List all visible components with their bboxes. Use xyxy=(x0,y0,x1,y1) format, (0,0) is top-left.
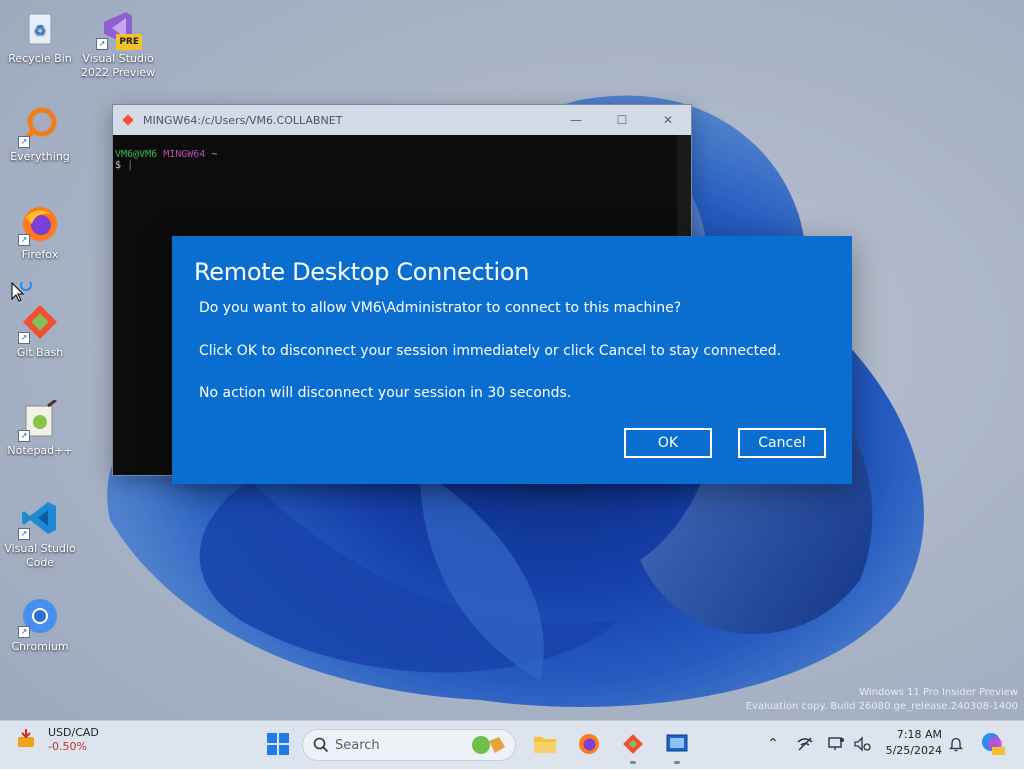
show-hidden-icons-chevron-icon[interactable]: ⌃ xyxy=(763,734,783,754)
desktop-icon-firefox[interactable]: ↗ Firefox xyxy=(2,204,78,262)
file-explorer-taskbar-button[interactable] xyxy=(530,728,560,760)
desktop-icon-vscode[interactable]: ↗ Visual Studio Code xyxy=(2,498,78,570)
firefox-icon xyxy=(579,734,599,754)
terminal-title-bar[interactable]: MINGW64:/c/Users/VM6.COLLABNET — ☐ ✕ xyxy=(113,105,691,135)
copilot-preview-icon[interactable] xyxy=(980,731,1006,757)
desktop-icon-label: Everything xyxy=(10,150,70,163)
windows-logo-icon xyxy=(267,733,289,755)
watermark-edition: Windows 11 Pro Insider Preview xyxy=(859,687,1018,698)
prompt-symbol: $ xyxy=(115,160,122,171)
ticker-change: -0.50% xyxy=(48,740,87,753)
clock-time: 7:18 AM xyxy=(896,728,942,741)
remote-desktop-taskbar-button[interactable] xyxy=(662,728,692,760)
desktop-icon-chromium[interactable]: ↗ Chromium xyxy=(2,596,78,654)
desktop-icon-notepad-plus-plus[interactable]: ↗ Notepad++ xyxy=(2,398,78,458)
widgets-ticker[interactable]: USD/CAD -0.50% xyxy=(14,726,99,754)
cancel-button[interactable]: Cancel xyxy=(738,428,826,458)
svg-text:♻: ♻ xyxy=(34,23,47,39)
desktop-icon-recycle-bin[interactable]: ♻ Recycle Bin xyxy=(2,8,78,66)
visual-studio-icon: PRE ↗ xyxy=(96,8,142,50)
maximize-button[interactable]: ☐ xyxy=(599,113,645,127)
git-bash-taskbar-button[interactable] xyxy=(618,728,648,760)
currency-trend-icon xyxy=(18,729,34,747)
ticker-title: USD/CAD xyxy=(48,726,99,739)
desktop-icon-everything[interactable]: ↗ Everything xyxy=(2,106,78,164)
desktop-icon-git-bash[interactable]: ↗ Git Bash xyxy=(2,302,78,360)
git-bash-small-icon xyxy=(122,114,134,126)
close-button[interactable]: ✕ xyxy=(645,113,691,127)
search-placeholder: Search xyxy=(335,737,380,753)
minimize-button[interactable]: — xyxy=(553,113,599,127)
firefox-taskbar-button[interactable] xyxy=(574,728,604,760)
clock-date: 5/25/2024 xyxy=(885,744,942,757)
display-status-icon[interactable] xyxy=(826,734,846,754)
chromium-icon: ↗ xyxy=(18,596,60,638)
shortcut-arrow-icon: ↗ xyxy=(18,430,30,442)
desktop-icon-label: Notepad++ xyxy=(7,444,73,457)
preview-badge: PRE xyxy=(116,34,142,50)
terminal-output[interactable]: VM6@VM6 MINGW64 ~ $ | xyxy=(113,135,691,171)
shortcut-arrow-icon: ↗ xyxy=(18,234,30,246)
git-bash-icon xyxy=(623,734,643,754)
evaluation-watermark: Windows 11 Pro Insider Preview Evaluatio… xyxy=(746,686,1018,714)
prompt-env: MINGW64 xyxy=(163,149,206,160)
vscode-icon: ↗ xyxy=(18,498,60,540)
shortcut-arrow-icon: ↗ xyxy=(18,626,30,638)
dialog-question: Do you want to allow VM6\Administrator t… xyxy=(199,300,682,316)
desktop-icon-label: Recycle Bin xyxy=(8,52,72,65)
dialog-instruction: Click OK to disconnect your session imme… xyxy=(199,343,782,359)
watermark-build: Evaluation copy. Build 26080.ge_release.… xyxy=(745,701,1018,712)
terminal-title: MINGW64:/c/Users/VM6.COLLABNET xyxy=(143,113,343,127)
dialog-timeout-notice: No action will disconnect your session i… xyxy=(199,385,572,401)
search-icon xyxy=(313,737,329,753)
volume-network-icon[interactable] xyxy=(852,734,872,754)
desktop-icon-label: Git Bash xyxy=(16,346,64,359)
remote-desktop-icon xyxy=(666,734,688,752)
notepad-plus-plus-icon: ↗ xyxy=(18,398,60,442)
start-button[interactable] xyxy=(262,728,294,760)
search-highlight-icon xyxy=(472,736,505,754)
running-indicator xyxy=(674,761,680,764)
busy-cursor-icon xyxy=(11,282,32,302)
network-disconnected-icon[interactable] xyxy=(795,734,815,754)
shortcut-arrow-icon: ↗ xyxy=(18,332,30,344)
folder-icon xyxy=(534,737,556,753)
desktop-icon-label: Visual Studio 2022 Preview xyxy=(80,52,156,79)
taskbar-clock[interactable]: 7:18 AM 5/25/2024 xyxy=(880,727,942,759)
firefox-icon: ↗ xyxy=(18,204,60,246)
everything-search-icon: ↗ xyxy=(18,106,60,148)
shortcut-arrow-icon: ↗ xyxy=(96,38,108,50)
recycle-bin-icon: ♻ xyxy=(20,8,60,48)
git-bash-icon: ↗ xyxy=(18,302,60,344)
desktop-icon-label: Firefox xyxy=(21,248,59,261)
desktop-icon-label: Visual Studio Code xyxy=(4,542,76,569)
notification-bell-icon[interactable] xyxy=(946,734,966,754)
desktop-icon-label: Chromium xyxy=(11,640,69,653)
shortcut-arrow-icon: ↗ xyxy=(18,528,30,540)
taskbar-search-box[interactable]: Search xyxy=(302,729,516,761)
remote-desktop-dialog: Remote Desktop Connection Do you want to… xyxy=(172,236,852,484)
running-indicator xyxy=(630,761,636,764)
shortcut-arrow-icon: ↗ xyxy=(18,136,30,148)
dialog-title: Remote Desktop Connection xyxy=(194,258,530,286)
prompt-user: VM6@VM6 xyxy=(115,149,158,160)
ok-button[interactable]: OK xyxy=(624,428,712,458)
prompt-path: ~ xyxy=(211,149,218,160)
desktop-icon-visual-studio-2022-preview[interactable]: PRE ↗ Visual Studio 2022 Preview xyxy=(80,8,156,80)
